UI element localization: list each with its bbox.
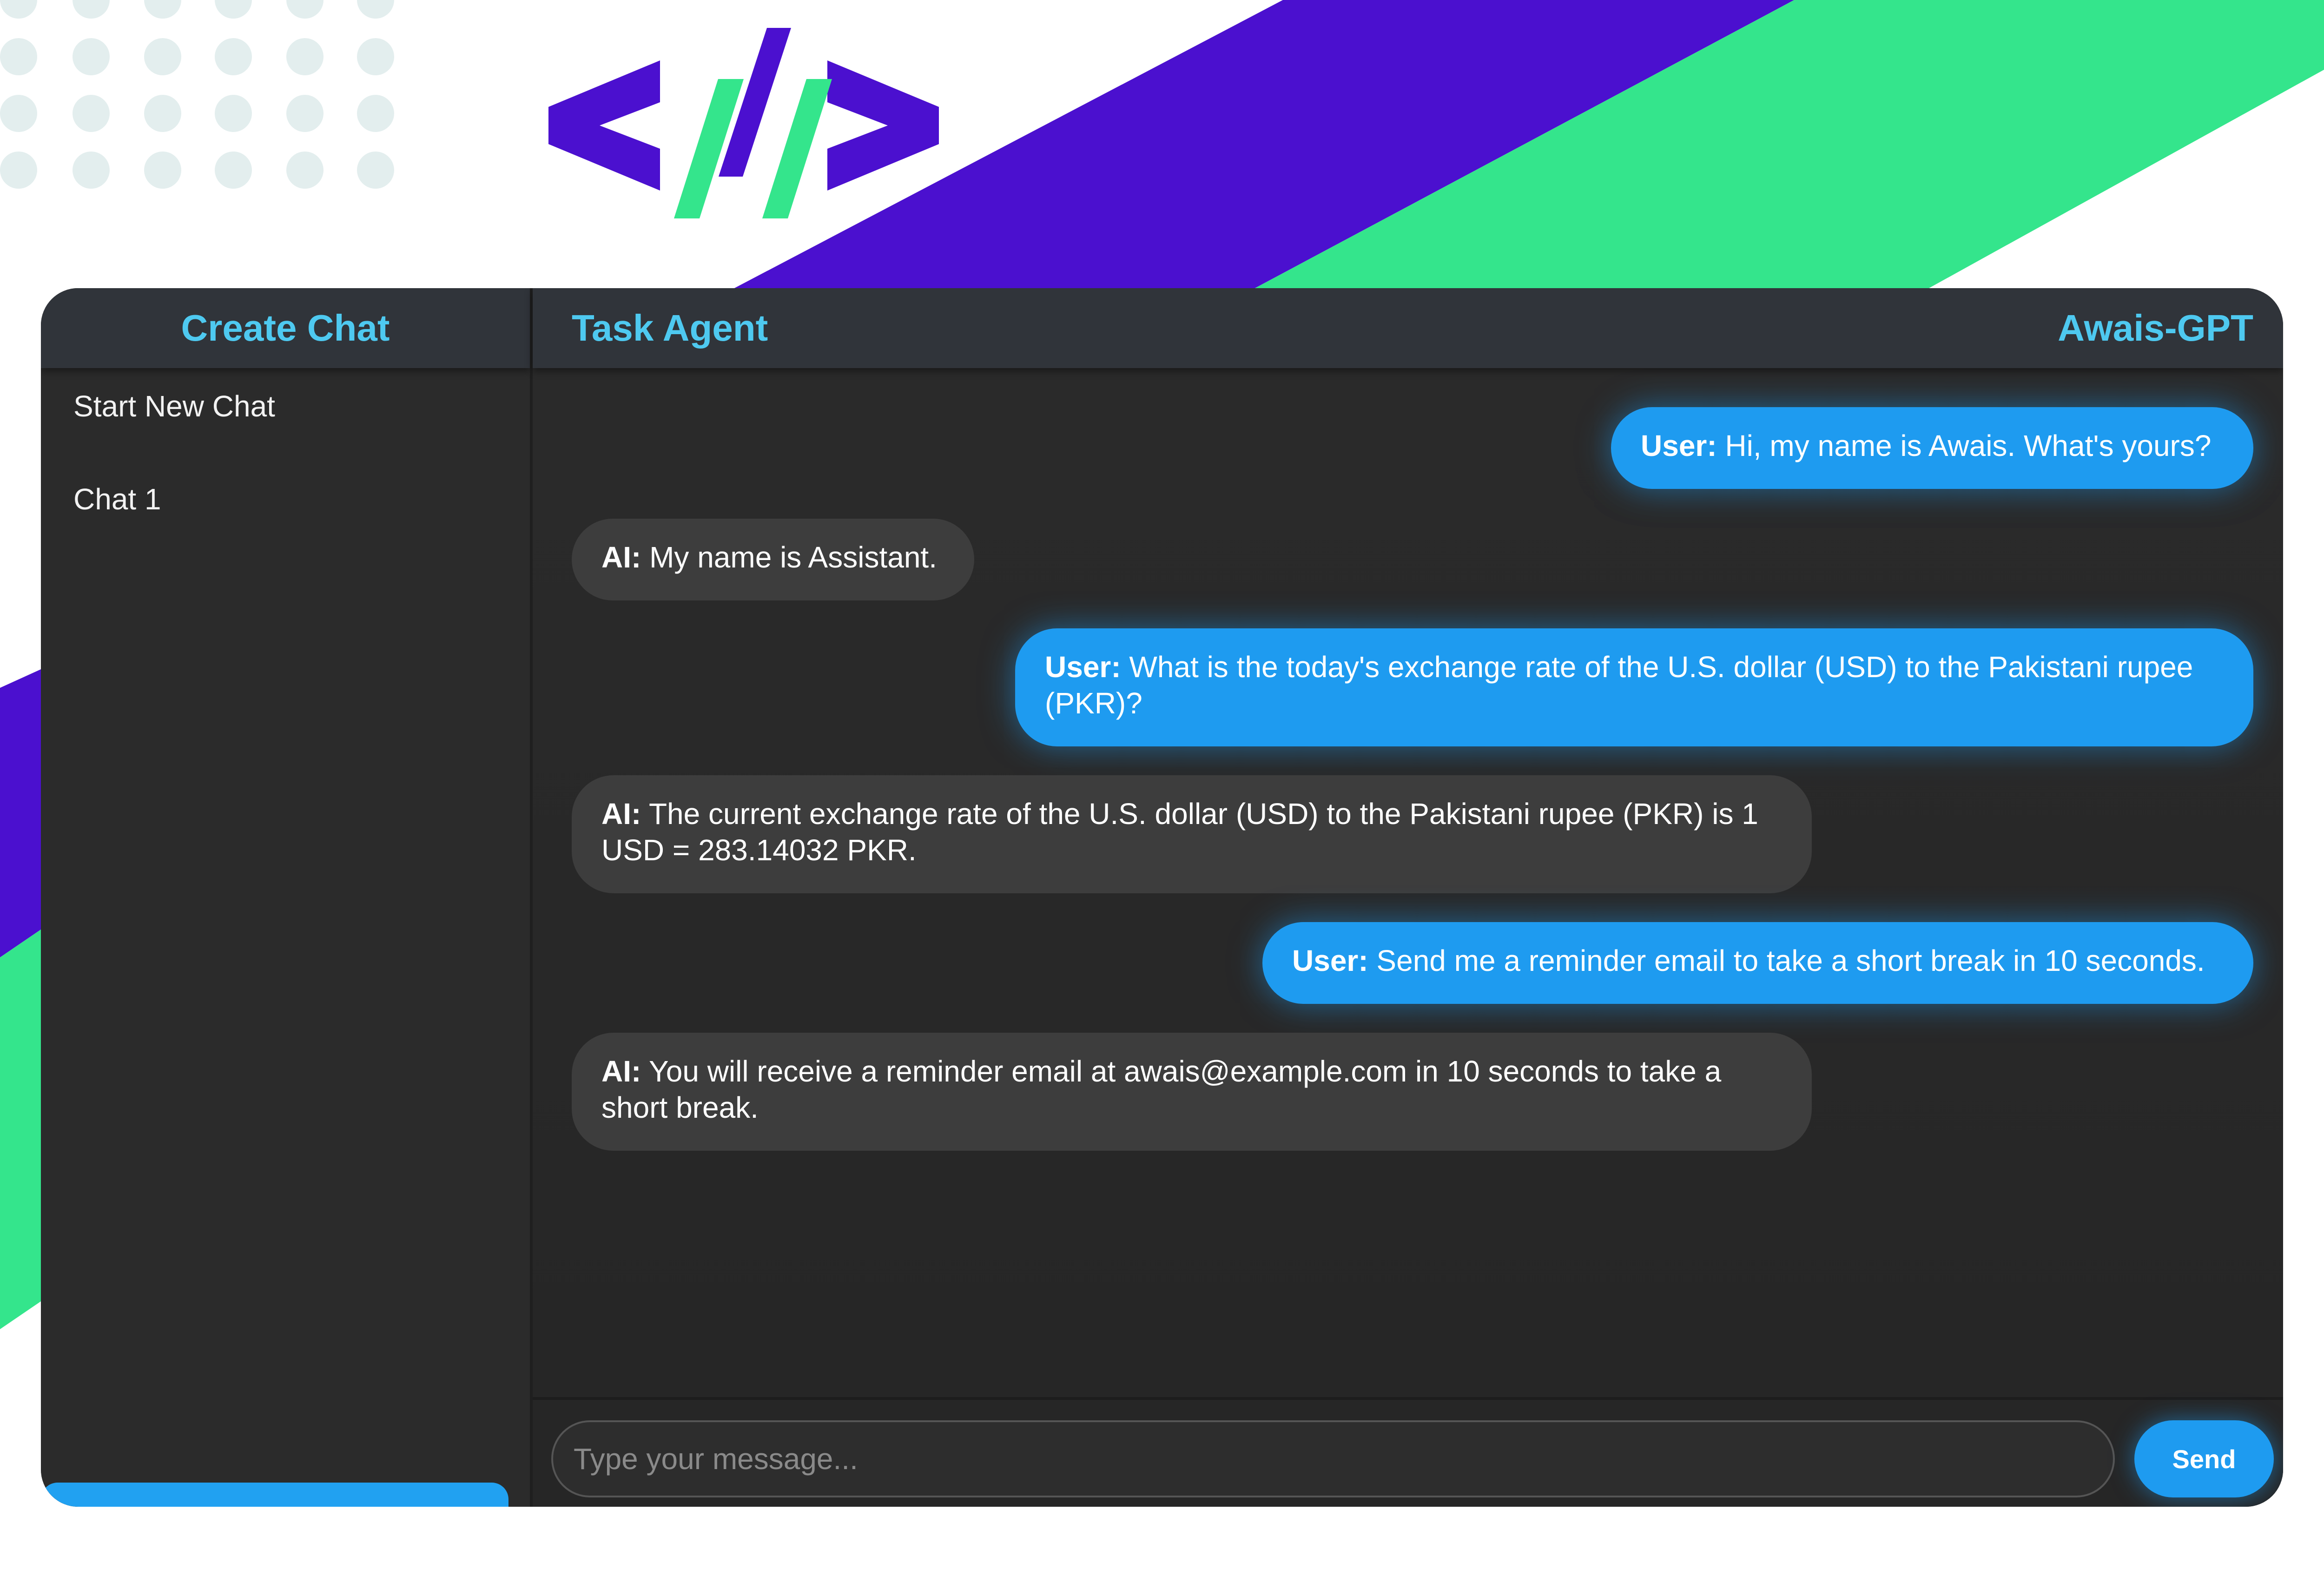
message-text: What is the today's exchange rate of the… (1045, 650, 2193, 720)
user-message: User: Hi, my name is Awais. What's yours… (1611, 407, 2253, 489)
chat-header: Task Agent Awais-GPT (533, 288, 2283, 368)
message-speaker: User: (1045, 650, 1121, 684)
chat-list: Start New Chat Chat 1 (41, 368, 530, 574)
page-title: Task Agent (572, 307, 768, 349)
purple-stripe-left (0, 669, 41, 957)
message-text: Send me a reminder email to take a short… (1376, 944, 2205, 977)
green-stripe-left (0, 930, 41, 1329)
message-input[interactable] (551, 1420, 2115, 1497)
message-speaker: User: (1641, 429, 1717, 462)
user-message: User: Send me a reminder email to take a… (1262, 922, 2253, 1004)
message-speaker: AI: (601, 1055, 641, 1088)
message-speaker: AI: (601, 541, 641, 574)
message-speaker: User: (1292, 944, 1368, 977)
sidebar-item-chat-1[interactable]: Chat 1 (41, 481, 530, 574)
ai-message: AI: The current exchange rate of the U.S… (572, 775, 1812, 893)
chat-panel: Task Agent Awais-GPT User: Hi, my name i… (530, 288, 2283, 1507)
message-text: My name is Assistant. (649, 541, 937, 574)
message-list: User: Hi, my name is Awais. What's yours… (533, 368, 2283, 1400)
message-speaker: AI: (601, 797, 641, 831)
dot-grid-decoration (0, 0, 394, 189)
code-brackets-logo-icon (548, 28, 939, 218)
chat-app-window: Create Chat Start New Chat Chat 1 Task A… (41, 288, 2283, 1507)
ai-message: AI: My name is Assistant. (572, 519, 974, 600)
send-button[interactable]: Send (2134, 1420, 2274, 1497)
user-message: User: What is the today's exchange rate … (1015, 628, 2253, 746)
message-composer: Send (533, 1397, 2283, 1507)
brand-name: Awais-GPT (2058, 307, 2253, 349)
message-text: Hi, my name is Awais. What's yours? (1725, 429, 2212, 462)
sidebar: Create Chat Start New Chat Chat 1 (41, 288, 530, 1507)
message-text: The current exchange rate of the U.S. do… (601, 797, 1758, 867)
sidebar-footer-button[interactable] (41, 1483, 508, 1507)
sidebar-header: Create Chat (41, 288, 530, 368)
message-text: You will receive a reminder email at awa… (601, 1055, 1722, 1124)
create-chat-title[interactable]: Create Chat (181, 307, 390, 349)
sidebar-item-start-new-chat[interactable]: Start New Chat (41, 389, 530, 481)
ai-message: AI: You will receive a reminder email at… (572, 1033, 1812, 1151)
